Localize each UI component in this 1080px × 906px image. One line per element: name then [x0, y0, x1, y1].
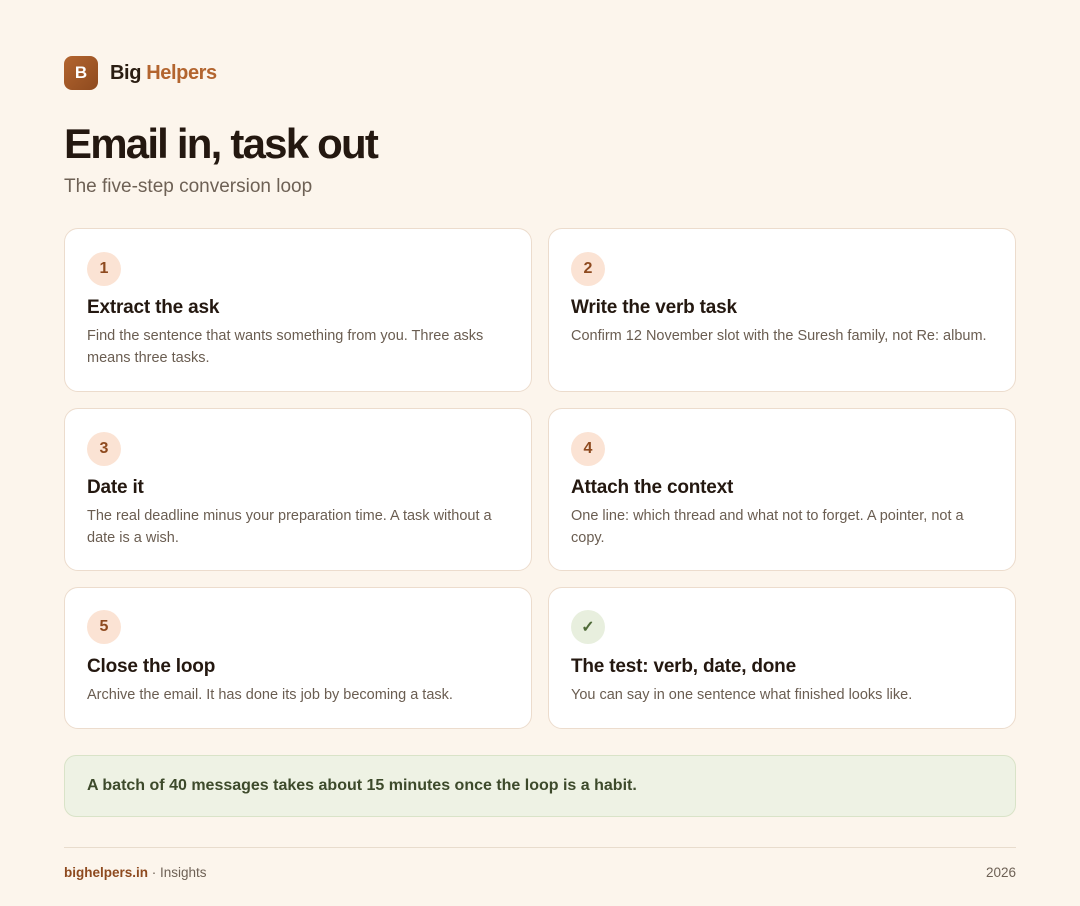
step-title: Close the loop [87, 656, 216, 677]
brand-name-second: Helpers [146, 61, 217, 84]
step-description: Confirm 12 November slot with the Suresh… [571, 328, 987, 344]
step-description: One line: which thread and what not to f… [571, 508, 964, 546]
step-card-2: 2 Write the verb task Confirm 12 Novembe… [548, 228, 1016, 392]
step-title: Attach the context [571, 477, 734, 498]
brand: B Big Helpers [64, 56, 217, 90]
step-number-badge: 5 [87, 610, 121, 644]
step-title: Date it [87, 477, 144, 498]
step-description: Archive the email. It has done its job b… [87, 687, 453, 703]
step-card-5: 5 Close the loop Archive the email. It h… [64, 587, 532, 729]
step-number-badge: 2 [571, 252, 605, 286]
footer-section: Insights [160, 865, 207, 880]
footer-separator: · [148, 865, 161, 880]
step-description: Find the sentence that wants something f… [87, 328, 484, 366]
test-title: The test: verb, date, done [571, 656, 796, 677]
step-card-4: 4 Attach the context One line: which thr… [548, 408, 1016, 571]
test-description: You can say in one sentence what finishe… [571, 687, 913, 703]
test-card: ✓ The test: verb, date, done You can say… [548, 587, 1016, 729]
brand-name: Big Helpers [110, 62, 217, 85]
step-description: The real deadline minus your preparation… [87, 508, 492, 546]
page-subtitle: The five-step conversion loop [64, 176, 313, 197]
footer-year: 2026 [985, 865, 1016, 880]
step-title: Write the verb task [571, 297, 737, 318]
brand-name-first: Big [110, 61, 142, 84]
step-title: Extract the ask [87, 297, 220, 318]
summary-callout-text: A batch of 40 messages takes about 15 mi… [87, 777, 637, 794]
checkmark-icon: ✓ [571, 610, 605, 644]
footer-left: bighelpers.in · Insights [64, 865, 207, 880]
step-number-badge: 1 [87, 252, 121, 286]
page-title: Email in, task out [64, 120, 379, 167]
brand-logo: B [64, 56, 98, 90]
footer-divider [64, 847, 1016, 848]
step-number-badge: 3 [87, 432, 121, 466]
step-card-3: 3 Date it The real deadline minus your p… [64, 408, 532, 571]
step-card-1: 1 Extract the ask Find the sentence that… [64, 228, 532, 392]
summary-callout: A batch of 40 messages takes about 15 mi… [64, 755, 1016, 817]
step-number-badge: 4 [571, 432, 605, 466]
footer-domain-link[interactable]: bighelpers.in [64, 865, 148, 880]
